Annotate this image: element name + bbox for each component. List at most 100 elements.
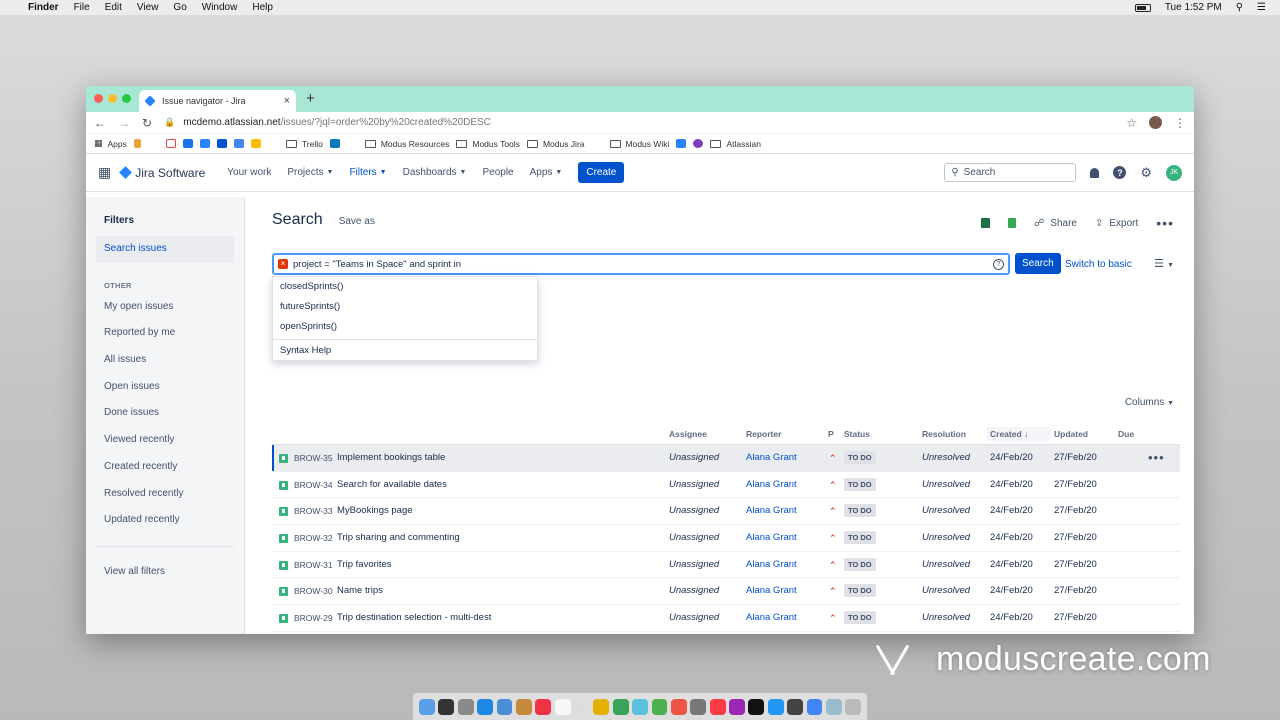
- menubar-clock[interactable]: Tue 1:52 PM: [1165, 2, 1222, 13]
- switch-to-basic-link[interactable]: Switch to basic: [1065, 259, 1132, 270]
- menu-app-name[interactable]: Finder: [28, 2, 59, 13]
- nav-dashboards[interactable]: Dashboards ▼: [403, 167, 467, 178]
- dock-app-icon[interactable]: [554, 698, 571, 715]
- bookmark-modus-tools[interactable]: Modus Tools: [456, 139, 520, 149]
- status-badge[interactable]: TO DO: [844, 584, 876, 598]
- dock-app-icon[interactable]: [438, 698, 455, 715]
- issue-key[interactable]: BROW-28: [294, 632, 333, 634]
- nav-projects[interactable]: Projects ▼: [287, 167, 333, 178]
- table-row[interactable]: BROW-32 Trip sharing and commenting Unassi…: [272, 525, 1180, 552]
- close-window-button[interactable]: [94, 94, 103, 103]
- autocomplete-option-closed-sprints[interactable]: closedSprints(): [273, 277, 537, 297]
- columns-button[interactable]: Columns ▼: [1125, 397, 1174, 408]
- menu-view[interactable]: View: [137, 2, 159, 13]
- issue-reporter[interactable]: Alana Grant: [746, 498, 797, 525]
- header-created[interactable]: Created ↓: [987, 426, 1051, 441]
- issue-summary[interactable]: MyBookings page: [337, 498, 413, 525]
- minimize-window-button[interactable]: [108, 94, 117, 103]
- nav-apps[interactable]: Apps ▼: [530, 167, 563, 178]
- table-row[interactable]: BROW-33 MyBookings page Unassigned Alana Gr…: [272, 498, 1180, 526]
- dock-app-icon[interactable]: [806, 698, 823, 715]
- issue-summary[interactable]: Search for available dates: [337, 472, 447, 499]
- excel-export-icon[interactable]: [981, 218, 991, 228]
- dock-app-icon[interactable]: [419, 698, 435, 715]
- dock-app-icon[interactable]: [496, 698, 513, 715]
- sheets-export-icon[interactable]: [1008, 218, 1017, 228]
- menu-help[interactable]: Help: [252, 2, 273, 13]
- dock-app-icon[interactable]: [457, 698, 474, 715]
- header-assignee[interactable]: Assignee: [669, 429, 707, 439]
- table-row[interactable]: BROW-29 Trip destination selection - mult…: [272, 605, 1180, 632]
- issue-key[interactable]: BROW-34: [294, 472, 333, 499]
- issue-reporter[interactable]: Alana Grant: [746, 472, 797, 499]
- save-as-button[interactable]: Save as: [339, 216, 375, 227]
- issue-reporter[interactable]: Alana Grant: [746, 525, 797, 552]
- bookmark-trello[interactable]: Trello: [285, 139, 323, 149]
- menu-go[interactable]: Go: [173, 2, 186, 13]
- header-due[interactable]: Due: [1118, 429, 1134, 439]
- bookmark-apps[interactable]: ▦ Apps: [94, 138, 127, 149]
- back-icon[interactable]: ←: [94, 116, 106, 130]
- global-search-input[interactable]: ⚲ Search: [944, 163, 1077, 182]
- user-avatar[interactable]: JK: [1166, 164, 1182, 181]
- dock-app-icon[interactable]: [515, 698, 532, 715]
- dock-app-icon[interactable]: [748, 698, 765, 715]
- battery-icon[interactable]: [1134, 3, 1151, 12]
- issue-summary[interactable]: Trip sharing and commenting: [337, 525, 460, 552]
- new-tab-icon[interactable]: +: [306, 90, 315, 107]
- dock-app-icon[interactable]: [477, 698, 493, 715]
- issue-reporter[interactable]: Alana Grant: [746, 552, 797, 579]
- issue-key[interactable]: BROW-33: [294, 498, 333, 525]
- create-button[interactable]: Create: [578, 162, 625, 183]
- browser-tab[interactable]: Issue navigator - Jira ×: [139, 90, 296, 112]
- sidebar-item-open-issues[interactable]: Open issues: [86, 374, 234, 401]
- issue-key[interactable]: BROW-29: [294, 605, 333, 632]
- bookmark-jira[interactable]: [216, 139, 227, 148]
- browser-menu-icon[interactable]: ⋮: [1174, 116, 1186, 130]
- view-options-icon[interactable]: ☰ ▼: [1154, 257, 1174, 270]
- jira-logo[interactable]: Jira Software: [119, 166, 205, 180]
- share-button[interactable]: ☍ Share: [1034, 218, 1077, 229]
- issue-reporter[interactable]: Alana Grant: [746, 632, 797, 634]
- dock-app-icon[interactable]: [651, 698, 668, 715]
- dock-app-icon[interactable]: [709, 698, 726, 715]
- nav-people[interactable]: People: [482, 167, 513, 178]
- issue-reporter[interactable]: Alana Grant: [746, 445, 797, 472]
- header-resolution[interactable]: Resolution: [922, 429, 966, 439]
- bookmark-modus-resources[interactable]: Modus Resources: [364, 139, 449, 149]
- status-badge[interactable]: TO DO: [844, 504, 876, 518]
- menu-edit[interactable]: Edit: [105, 2, 122, 13]
- menu-window[interactable]: Window: [202, 2, 238, 13]
- url-field[interactable]: 🔒 mcdemo.atlassian.net /issues/?jql=orde…: [164, 117, 1114, 128]
- table-row[interactable]: BROW-28 Create new trips wizard Unassigned…: [272, 632, 1180, 634]
- bookmark-devil[interactable]: [693, 139, 704, 148]
- sidebar-item-created-recently[interactable]: Created recently: [86, 454, 234, 481]
- sidebar-item-search-issues[interactable]: Search issues: [96, 236, 234, 263]
- issue-summary[interactable]: Create new trips wizard: [337, 632, 436, 634]
- bookmark-atlassian[interactable]: Atlassian: [710, 139, 761, 149]
- autocomplete-option-future-sprints[interactable]: futureSprints(): [273, 297, 537, 317]
- export-button[interactable]: ⇪ Export: [1095, 218, 1138, 229]
- status-badge[interactable]: TO DO: [844, 451, 876, 464]
- dock-app-icon[interactable]: [574, 698, 590, 715]
- issue-summary[interactable]: Trip destination selection - multi-dest: [337, 605, 491, 632]
- jql-query-input[interactable]: × project = "Teams in Space" and sprint …: [272, 253, 1010, 275]
- issue-summary[interactable]: Implement bookings table: [337, 445, 445, 472]
- jql-help-icon[interactable]: ?: [993, 258, 1004, 270]
- issue-summary[interactable]: Trip favorites: [337, 552, 392, 579]
- notifications-icon[interactable]: [1090, 167, 1100, 178]
- nav-filters[interactable]: Filters ▼: [349, 167, 386, 178]
- sidebar-item-updated-recently[interactable]: Updated recently: [86, 507, 234, 534]
- status-badge[interactable]: TO DO: [844, 611, 876, 625]
- sidebar-item-view-all-filters[interactable]: View all filters: [86, 559, 234, 586]
- bookmark-gmail[interactable]: [165, 139, 176, 148]
- issue-key[interactable]: BROW-30: [294, 578, 333, 605]
- dock-app-icon[interactable]: [535, 698, 552, 715]
- bookmark-keep[interactable]: [250, 139, 261, 148]
- issue-reporter[interactable]: Alana Grant: [746, 605, 797, 632]
- table-row[interactable]: BROW-30 Name trips Unassigned Alana Grant ⌃ T…: [272, 578, 1180, 606]
- sidebar-item-all-issues[interactable]: All issues: [86, 347, 234, 374]
- dock-app-icon[interactable]: [593, 698, 610, 715]
- header-reporter[interactable]: Reporter: [746, 429, 781, 439]
- app-switcher-icon[interactable]: ▦: [98, 164, 111, 181]
